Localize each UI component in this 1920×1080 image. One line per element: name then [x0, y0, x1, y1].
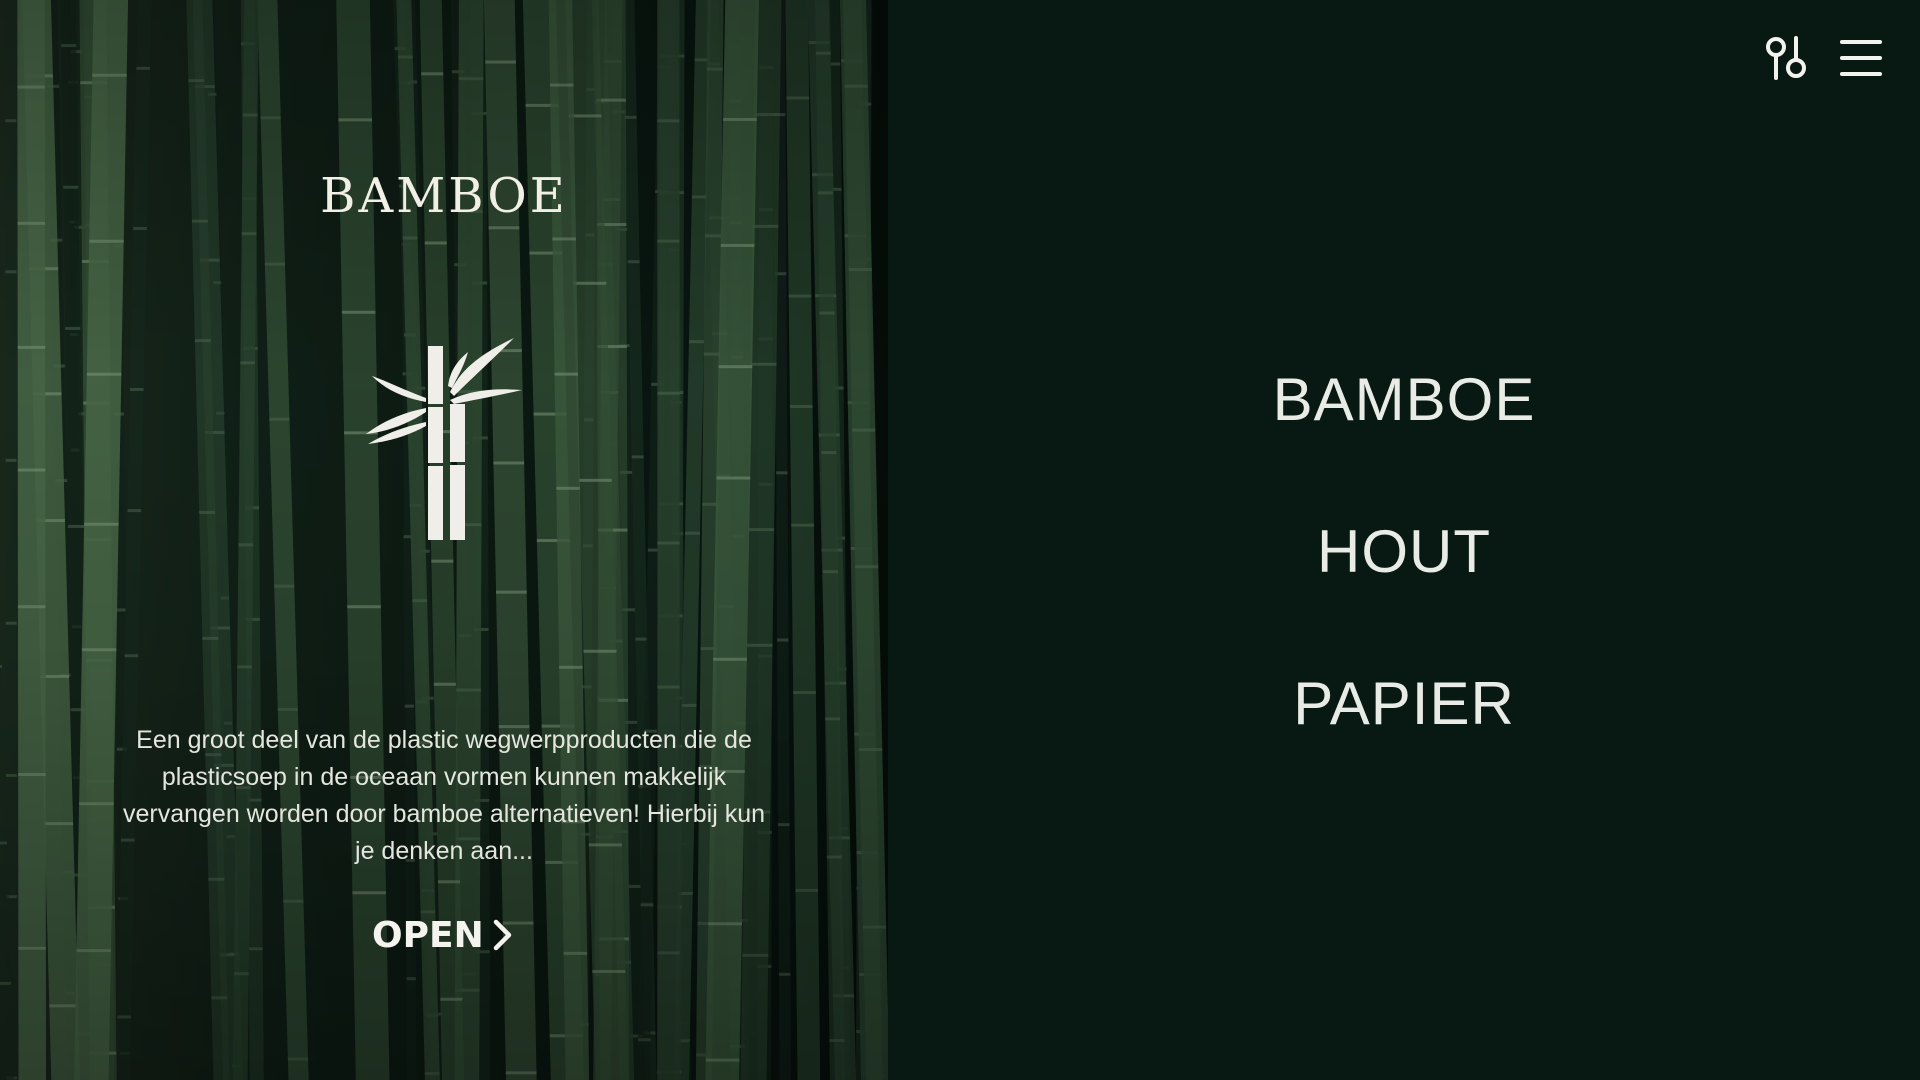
category-link-hout[interactable]: HOUT: [1317, 512, 1491, 664]
bamboo-icon: [366, 338, 522, 540]
category-link-papier[interactable]: PAPIER: [1293, 664, 1515, 816]
intro-text: Een groot deel van de plastic wegwerppro…: [122, 726, 766, 865]
sliders-icon[interactable]: [1764, 34, 1810, 82]
page: BAMBOE Een groot deel van de plastic weg…: [0, 0, 1920, 1080]
top-toolbar: [1764, 34, 1884, 82]
open-button-label: OPEN: [372, 914, 484, 956]
chevron-right-icon: [493, 919, 511, 951]
featured-panel: BAMBOE Een groot deel van de plastic weg…: [0, 0, 888, 1080]
open-button[interactable]: OPEN: [372, 910, 514, 960]
category-link-bamboe[interactable]: BAMBOE: [1273, 360, 1536, 512]
navigation-panel: BAMBOE HOUT PAPIER: [888, 0, 1920, 1080]
brand-title: BAMBOE: [320, 168, 568, 224]
hamburger-menu-icon[interactable]: [1838, 34, 1884, 82]
category-menu: BAMBOE HOUT PAPIER: [888, 360, 1920, 816]
